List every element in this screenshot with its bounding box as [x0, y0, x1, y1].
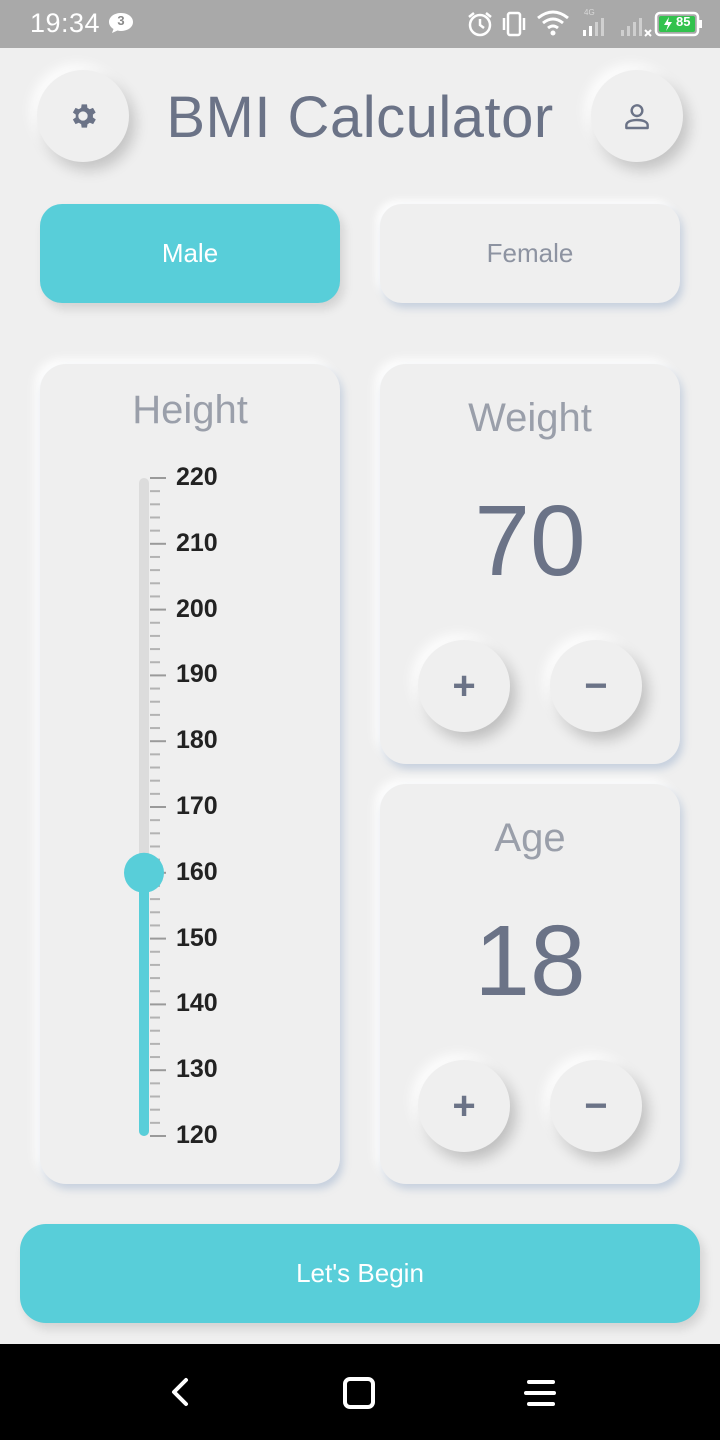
signal-icon: [621, 18, 652, 37]
age-label: Age: [494, 816, 566, 860]
weight-value: 70: [474, 485, 586, 597]
page-title: BMI Calculator: [166, 85, 554, 150]
height-tick-label: 120: [176, 1121, 218, 1149]
status-time: 19:34: [30, 8, 101, 38]
height-tick-label: 160: [176, 857, 218, 886]
age-card: Age 18 + −: [380, 784, 680, 1184]
alarm-icon: [468, 12, 492, 37]
home-icon[interactable]: [342, 1376, 376, 1410]
gear-icon: [72, 104, 96, 128]
battery-level: 85: [676, 14, 691, 29]
height-tick-label: 200: [176, 594, 218, 623]
weight-decrease-button[interactable]: −: [550, 640, 642, 732]
user-icon: [625, 104, 649, 130]
weight-label: Weight: [468, 396, 592, 440]
height-tick-label: 210: [176, 528, 218, 557]
height-card: Height 220 210 200 190 180 170 160 150 140 130 120: [40, 364, 340, 1184]
age-value: 18: [474, 905, 586, 1017]
female-button[interactable]: Female: [380, 204, 680, 303]
back-icon[interactable]: [166, 1376, 196, 1408]
height-tick-label: 180: [176, 726, 218, 755]
weight-increase-button[interactable]: +: [418, 640, 510, 732]
slider-fill: [139, 872, 149, 1136]
height-tick-label: 150: [176, 923, 218, 952]
height-tick-label: 190: [176, 660, 218, 689]
system-nav-bar: [0, 1344, 720, 1440]
signal-4g-icon: 4G: [583, 8, 604, 36]
height-tick-label: 220: [176, 463, 218, 491]
height-tick-label: 170: [176, 792, 218, 820]
slider-thumb[interactable]: [124, 852, 164, 893]
age-increase-button[interactable]: +: [418, 1060, 510, 1152]
settings-button[interactable]: [37, 70, 129, 162]
weight-card: Weight 70 + −: [380, 364, 680, 764]
status-bar: 19:34 3 4G 85: [0, 0, 720, 48]
svg-text:4G: 4G: [584, 8, 595, 17]
notification-count: 3: [117, 13, 125, 28]
menu-icon[interactable]: [522, 1378, 558, 1408]
height-tick-label: 130: [176, 1055, 218, 1084]
age-decrease-button[interactable]: −: [550, 1060, 642, 1152]
profile-button[interactable]: [591, 70, 683, 162]
vibrate-icon: [502, 11, 526, 37]
height-tick-label: 140: [176, 989, 218, 1018]
male-button[interactable]: Male: [40, 204, 340, 303]
begin-button[interactable]: Let's Begin: [20, 1224, 700, 1323]
wifi-icon: [537, 10, 569, 36]
